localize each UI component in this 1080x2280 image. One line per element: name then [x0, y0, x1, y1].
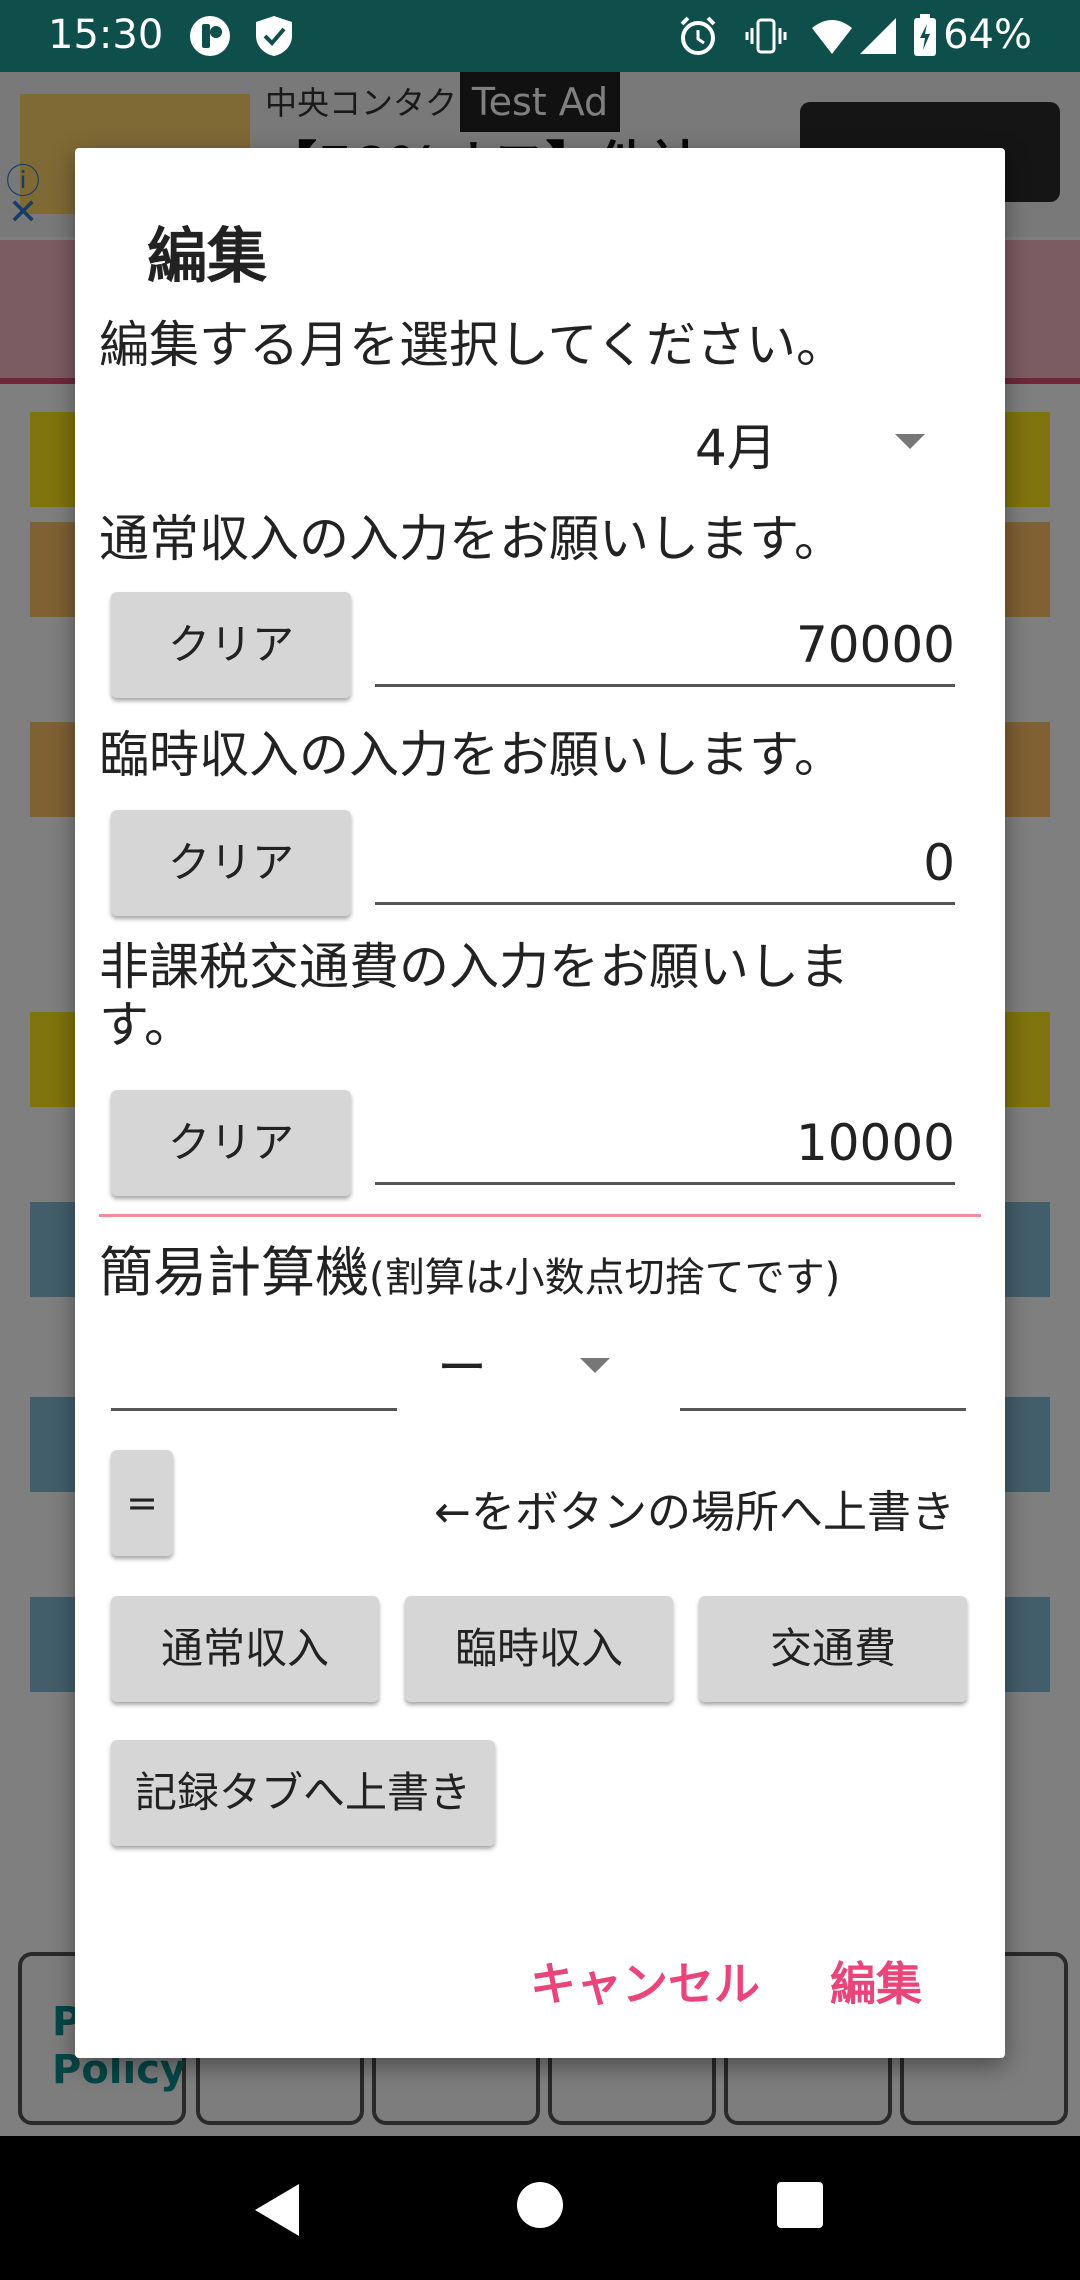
- calculator-title: 簡易計算機(割算は小数点切捨てです): [99, 1228, 840, 1307]
- transport-cost-field[interactable]: 10000: [375, 1092, 955, 1185]
- back-icon[interactable]: [255, 2184, 299, 2236]
- regular-income-clear-button[interactable]: クリア: [111, 592, 351, 698]
- app-icon: [188, 14, 232, 68]
- transport-cost-value: 10000: [795, 1114, 955, 1172]
- regular-income-field[interactable]: 70000: [375, 594, 955, 687]
- dropdown-arrow-icon: [580, 1358, 610, 1373]
- dialog-title: 編集: [147, 222, 267, 292]
- overwrite-regular-income-button[interactable]: 通常収入: [111, 1596, 379, 1702]
- month-spinner[interactable]: 4月: [695, 408, 1015, 478]
- overwrite-transport-cost-button[interactable]: 交通費: [699, 1596, 967, 1702]
- overwrite-record-tab-button[interactable]: 記録タブへ上書き: [111, 1740, 495, 1846]
- cancel-button[interactable]: キャンセル: [530, 1948, 760, 2014]
- transport-cost-clear-button[interactable]: クリア: [111, 1090, 351, 1196]
- regular-income-value: 70000: [795, 616, 955, 674]
- overwrite-temporary-income-button[interactable]: 臨時収入: [405, 1596, 673, 1702]
- signal-icon: [858, 14, 898, 68]
- operator-value: ー: [437, 1339, 487, 1397]
- vibrate-icon: [744, 14, 788, 68]
- wifi-icon: [810, 14, 854, 68]
- dropdown-arrow-icon: [895, 434, 925, 449]
- recents-icon[interactable]: [777, 2182, 823, 2228]
- edit-dialog: 編集 編集する月を選択してください。 4月 通常収入の入力をお願いします。 クリ…: [75, 148, 1005, 2058]
- clock: 15:30: [48, 12, 164, 58]
- temporary-income-field[interactable]: 0: [375, 812, 955, 905]
- status-bar: 15:30 64%: [0, 0, 1080, 72]
- calculator-operand-a-field[interactable]: [111, 1408, 397, 1411]
- calculator-note: (割算は小数点切捨てです): [369, 1255, 841, 1301]
- transport-cost-label: 非課税交通費の入力をお願いします。: [99, 938, 849, 1054]
- alarm-icon: [676, 14, 720, 68]
- overwrite-hint: ←をボタンの場所へ上書き: [434, 1487, 955, 1538]
- regular-income-label: 通常収入の入力をお願いします。: [99, 510, 844, 568]
- equals-button[interactable]: =: [111, 1450, 173, 1556]
- selected-month: 4月: [695, 419, 777, 477]
- section-divider: [99, 1214, 981, 1217]
- battery-percent: 64%: [943, 12, 1032, 58]
- temporary-income-label: 臨時収入の入力をお願いします。: [99, 726, 844, 784]
- temporary-income-clear-button[interactable]: クリア: [111, 810, 351, 916]
- calculator-title-text: 簡易計算機: [99, 1241, 369, 1304]
- calculator-operand-b-field[interactable]: [680, 1408, 966, 1411]
- edit-confirm-button[interactable]: 編集: [830, 1948, 922, 2014]
- home-icon[interactable]: [517, 2182, 563, 2228]
- battery-icon: [912, 14, 938, 68]
- navigation-bar: [0, 2136, 1080, 2280]
- shield-icon: [252, 14, 296, 68]
- month-prompt: 編集する月を選択してください。: [99, 316, 846, 374]
- temporary-income-value: 0: [923, 834, 955, 892]
